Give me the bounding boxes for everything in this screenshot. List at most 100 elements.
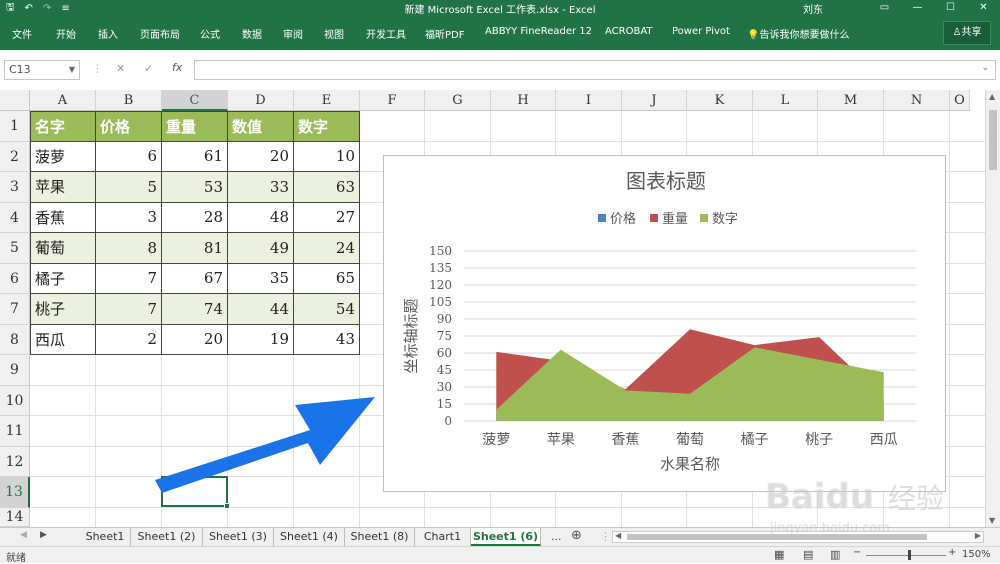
- enter-icon[interactable]: ✓: [144, 62, 153, 75]
- chart-legend[interactable]: 价格 重量 数字: [598, 211, 738, 227]
- table-cell[interactable]: 81: [162, 233, 228, 264]
- chart-title[interactable]: 图表标题: [626, 169, 706, 193]
- normal-view-icon[interactable]: ▦: [774, 548, 784, 561]
- table-cell[interactable]: 63: [294, 172, 360, 203]
- row-header-13[interactable]: 13: [0, 477, 30, 508]
- x-axis-title[interactable]: 水果名称: [660, 455, 720, 473]
- user-name[interactable]: 刘东: [803, 1, 823, 16]
- tab-review[interactable]: 审阅: [283, 26, 303, 41]
- row-header-7[interactable]: 7: [0, 294, 30, 325]
- table-cell[interactable]: 24: [294, 233, 360, 264]
- row-header-1[interactable]: 1: [0, 111, 30, 142]
- table-cell[interactable]: 苹果: [30, 172, 96, 203]
- zoom-out-button[interactable]: −: [853, 547, 861, 558]
- table-cell[interactable]: 27: [294, 202, 360, 233]
- scroll-left-icon[interactable]: ◀: [615, 531, 621, 540]
- tab-developer[interactable]: 开发工具: [366, 26, 406, 41]
- expand-formula-icon[interactable]: ⌄: [981, 63, 989, 73]
- column-header-f[interactable]: F: [360, 90, 425, 111]
- sheet-tab-sheet1-8[interactable]: Sheet1 (8): [345, 528, 415, 546]
- prev-sheet-icon[interactable]: ◀: [20, 530, 27, 540]
- column-header-i[interactable]: I: [556, 90, 622, 111]
- column-header-d[interactable]: D: [228, 90, 294, 111]
- table-cell[interactable]: 49: [228, 233, 294, 264]
- row-header-3[interactable]: 3: [0, 172, 30, 203]
- table-cell[interactable]: 7: [96, 294, 162, 325]
- table-header-cell[interactable]: 名字: [30, 111, 96, 142]
- column-header-a[interactable]: A: [30, 90, 96, 111]
- table-header-cell[interactable]: 数字: [294, 111, 360, 142]
- scroll-thumb[interactable]: [989, 110, 997, 170]
- tab-foxit-pdf[interactable]: 福昕PDF: [425, 26, 464, 41]
- row-header-14[interactable]: 14: [0, 507, 30, 527]
- sheet-tab-sheet1-2[interactable]: Sheet1 (2): [131, 528, 203, 546]
- column-header-k[interactable]: K: [687, 90, 753, 111]
- tab-home[interactable]: 开始: [56, 26, 76, 41]
- next-sheet-icon[interactable]: ▶: [40, 530, 47, 540]
- share-button[interactable]: ♙共享: [943, 21, 991, 45]
- table-cell[interactable]: 53: [162, 172, 228, 203]
- table-cell[interactable]: 20: [228, 141, 294, 172]
- close-button[interactable]: ✕: [967, 0, 1000, 16]
- more-sheets-button[interactable]: ...: [551, 530, 562, 543]
- fill-handle[interactable]: [224, 503, 230, 509]
- ribbon-display-options-icon[interactable]: ▭: [868, 0, 901, 16]
- row-header-11[interactable]: 11: [0, 416, 30, 447]
- tell-me-box[interactable]: 💡告诉我你想要做什么: [747, 26, 849, 41]
- sheet-tab-sheet1-4[interactable]: Sheet1 (4): [274, 528, 345, 546]
- column-header-m[interactable]: M: [818, 90, 884, 111]
- table-cell[interactable]: 8: [96, 233, 162, 264]
- sheet-tab-sheet1[interactable]: Sheet1: [80, 528, 131, 546]
- row-header-4[interactable]: 4: [0, 202, 30, 233]
- table-cell[interactable]: 3: [96, 202, 162, 233]
- table-cell[interactable]: 33: [228, 172, 294, 203]
- page-break-view-icon[interactable]: ▥: [830, 548, 840, 561]
- tab-view[interactable]: 视图: [324, 26, 344, 41]
- cancel-icon[interactable]: ✕: [116, 62, 125, 75]
- tab-file[interactable]: 文件: [12, 26, 32, 41]
- table-cell[interactable]: 35: [228, 263, 294, 294]
- table-cell[interactable]: 7: [96, 263, 162, 294]
- y-axis-title[interactable]: 坐标轴标题: [402, 298, 420, 373]
- table-header-cell[interactable]: 数值: [228, 111, 294, 142]
- table-cell[interactable]: 桃子: [30, 294, 96, 325]
- table-cell[interactable]: 74: [162, 294, 228, 325]
- row-header-8[interactable]: 8: [0, 324, 30, 355]
- sheet-tab-sheet1-3[interactable]: Sheet1 (3): [203, 528, 274, 546]
- scroll-down-icon[interactable]: ▼: [989, 516, 995, 525]
- add-sheet-button[interactable]: ⊕: [571, 528, 582, 543]
- row-header-5[interactable]: 5: [0, 233, 30, 264]
- tab-data[interactable]: 数据: [242, 26, 262, 41]
- table-cell[interactable]: 5: [96, 172, 162, 203]
- area-chart[interactable]: 图表标题 价格 重量 数字 0 15 30 45 60 75 90 105 120 135 150 菠萝…: [383, 155, 946, 492]
- zoom-level[interactable]: 150%: [962, 549, 991, 560]
- column-header-h[interactable]: H: [491, 90, 556, 111]
- tab-insert[interactable]: 插入: [98, 26, 118, 41]
- tab-formulas[interactable]: 公式: [200, 26, 220, 41]
- table-header-cell[interactable]: 价格: [96, 111, 162, 142]
- table-cell[interactable]: 6: [96, 141, 162, 172]
- minimize-button[interactable]: —: [901, 0, 934, 16]
- scroll-up-icon[interactable]: ▲: [989, 92, 995, 101]
- vertical-scrollbar[interactable]: ▲ ▼: [985, 90, 1000, 527]
- tab-page-layout[interactable]: 页面布局: [140, 26, 180, 41]
- tab-acrobat[interactable]: ACROBAT: [605, 26, 653, 37]
- scroll-right-icon[interactable]: ▶: [975, 531, 981, 540]
- table-cell[interactable]: 65: [294, 263, 360, 294]
- table-cell[interactable]: 葡萄: [30, 233, 96, 264]
- tab-power-pivot[interactable]: Power Pivot: [672, 26, 730, 37]
- table-cell[interactable]: 菠萝: [30, 141, 96, 172]
- select-all-corner[interactable]: [0, 90, 30, 111]
- split-handle[interactable]: ⋮: [600, 530, 611, 543]
- table-cell[interactable]: 48: [228, 202, 294, 233]
- chevron-down-icon[interactable]: ▼: [69, 61, 75, 79]
- tab-abbyy[interactable]: ABBYY FineReader 12: [485, 26, 592, 37]
- column-header-e[interactable]: E: [294, 90, 360, 111]
- row-header-10[interactable]: 10: [0, 385, 30, 416]
- table-cell[interactable]: 西瓜: [30, 324, 96, 355]
- column-header-l[interactable]: L: [753, 90, 818, 111]
- column-header-b[interactable]: B: [96, 90, 162, 111]
- name-box[interactable]: C13 ▼: [4, 60, 80, 80]
- table-header-cell[interactable]: 重量: [162, 111, 228, 142]
- row-header-12[interactable]: 12: [0, 446, 30, 477]
